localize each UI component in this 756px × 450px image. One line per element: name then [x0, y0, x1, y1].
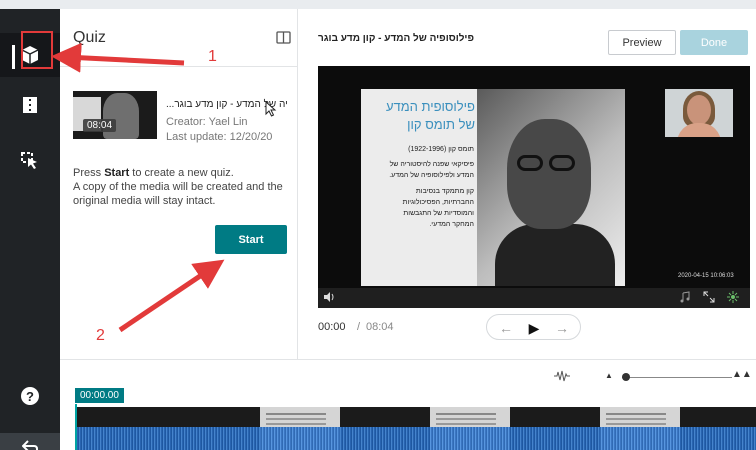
annotation-arrow-2: [118, 259, 225, 333]
annotation-arrow-1: [51, 42, 185, 73]
annotation-arrows: [51, 42, 225, 333]
callout-number-2: 2: [96, 327, 105, 344]
callout-number-1: 1: [208, 48, 217, 65]
